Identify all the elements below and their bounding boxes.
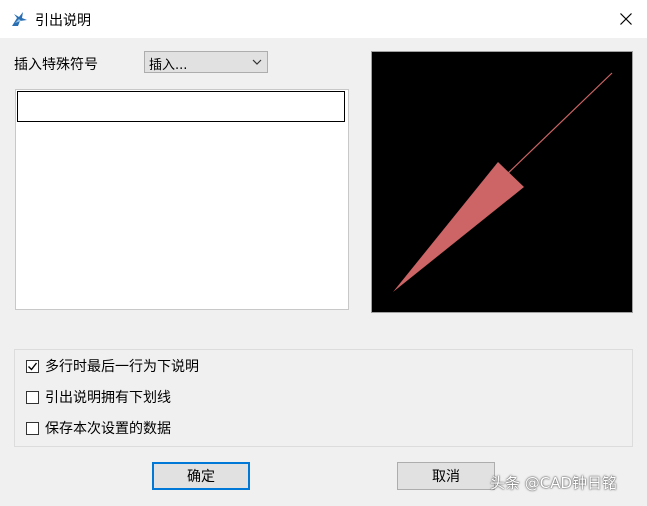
check-icon xyxy=(28,362,38,371)
checkbox-save-settings[interactable] xyxy=(26,421,39,435)
option-label: 多行时最后一行为下说明 xyxy=(45,359,199,375)
insert-symbol-dropdown-value: 插入... xyxy=(149,58,188,73)
ok-button[interactable]: 确定 xyxy=(152,462,250,490)
checkbox-multiline-last-line[interactable] xyxy=(26,359,39,373)
leader-preview xyxy=(371,51,633,313)
cancel-button[interactable]: 取消 xyxy=(397,462,495,490)
close-button[interactable] xyxy=(604,0,647,38)
watermark: 头条 @CAD钟日铭 xyxy=(490,474,618,492)
leader-line xyxy=(503,72,613,178)
leader-text-input[interactable] xyxy=(17,91,345,122)
close-icon xyxy=(619,13,632,25)
option-save-settings[interactable]: 保存本次设置的数据 xyxy=(26,419,171,437)
option-underline[interactable]: 引出说明拥有下划线 xyxy=(26,388,171,406)
cancel-button-label: 取消 xyxy=(432,469,460,485)
leader-text-area[interactable] xyxy=(15,89,349,310)
window-title: 引出说明 xyxy=(35,13,91,29)
option-label: 保存本次设置的数据 xyxy=(45,421,171,437)
chevron-down-icon xyxy=(252,59,262,65)
leader-app-icon xyxy=(9,9,29,29)
special-symbol-label: 插入特殊符号 xyxy=(14,57,98,73)
option-label: 引出说明拥有下划线 xyxy=(45,390,171,406)
ok-button-label: 确定 xyxy=(187,469,215,485)
leader-arrowhead xyxy=(393,162,524,292)
option-multiline-last-line[interactable]: 多行时最后一行为下说明 xyxy=(26,357,199,375)
insert-symbol-dropdown[interactable]: 插入... xyxy=(144,51,268,73)
title-bar: 引出说明 xyxy=(0,0,647,38)
checkbox-underline[interactable] xyxy=(26,390,39,404)
